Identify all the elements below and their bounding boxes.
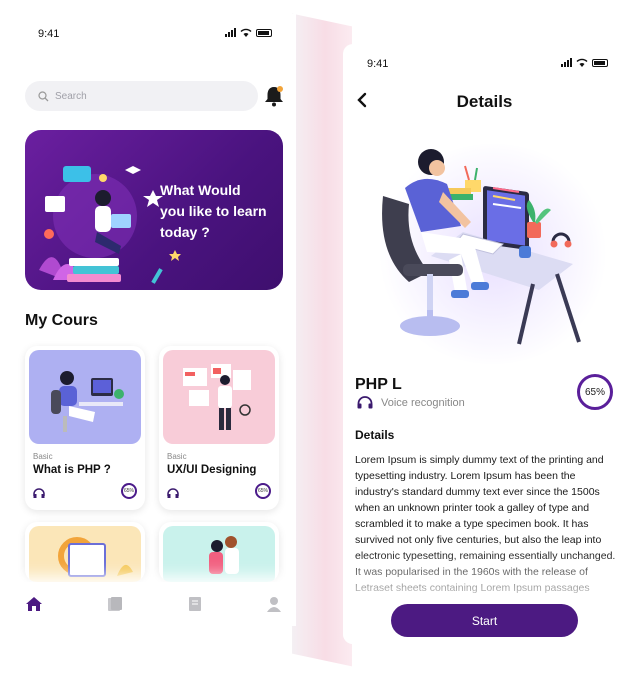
course-subtitle: Voice recognition [381,397,465,409]
progress-ring: 65% [121,483,137,499]
library-icon[interactable] [106,596,124,612]
signal-icon [225,28,236,37]
status-bar: 9:41 [8,28,296,42]
developer-illustration [51,371,124,432]
course-level: Basic [167,452,187,461]
course-thumbnail [29,350,141,444]
course-level: Basic [33,452,53,461]
developer-desk-illustration [382,149,581,345]
course-card-4[interactable] [159,522,279,582]
progress-ring: 65% [255,483,271,499]
bottom-tab-bar [8,582,296,626]
start-button[interactable]: Start [391,604,578,637]
status-icons [561,58,608,67]
status-icons [225,28,272,37]
home-icon[interactable] [25,596,43,612]
search-input[interactable] [55,90,235,102]
course-thumbnail [163,350,275,444]
details-heading: Details [355,428,395,442]
banner-text: What Would you like to learn today ? [160,180,280,243]
wifi-icon [240,28,252,37]
course-card-uxui[interactable]: Basic UX/UI Designing 65% [159,346,279,510]
course-thumbnail [163,526,275,582]
status-time: 9:41 [367,58,389,70]
details-screen: 9:41 Details PHP L Voice recognition 65%… [343,44,626,644]
course-card-3[interactable] [25,522,145,582]
status-time: 9:41 [38,28,60,40]
home-screen: 9:41 Search What Would you like to learn… [8,14,296,626]
people-illustration [209,536,239,574]
headphones-icon [33,488,45,498]
course-name: What is PHP ? [33,464,111,476]
battery-icon [592,58,608,67]
book-icon[interactable] [186,596,204,612]
course-title: PHP L [355,376,402,393]
course-card-php[interactable]: Basic What is PHP ? 65% [25,346,145,510]
promo-banner[interactable]: What Would you like to learn today ? [25,130,283,290]
search-bar[interactable] [25,81,258,111]
status-bar: 9:41 [343,58,626,72]
designer-illustration [183,364,251,430]
course-thumbnail [29,526,141,582]
search-icon [38,90,49,101]
page-title: Details [456,92,513,111]
course-name: UX/UI Designing [167,464,257,476]
profile-icon[interactable] [265,596,283,612]
headphones-icon [167,488,179,498]
design-illustration [58,537,133,577]
signal-icon [561,58,572,67]
bell-icon[interactable] [263,84,285,108]
battery-icon [256,28,272,37]
my-courses-heading: My Cours [25,312,98,329]
progress-ring: 65% [577,374,613,410]
headphones-icon [357,396,373,409]
banner-line-1: What Would [160,182,241,198]
banner-line-3: today ? [160,224,210,240]
banner-line-2: you like to learn [160,203,267,219]
wifi-icon [576,58,588,67]
